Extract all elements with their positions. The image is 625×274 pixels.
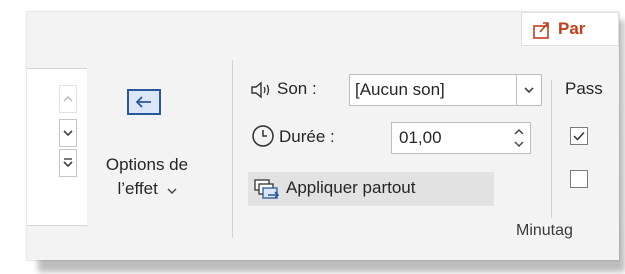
- duration-stepper[interactable]: [513, 126, 525, 150]
- ribbon-panel: Par Options de l’effet Son: [Aucun son]…: [27, 12, 619, 260]
- group-separator: [232, 60, 233, 238]
- chevron-down-icon: [524, 81, 534, 99]
- transition-gallery[interactable]: [27, 68, 87, 226]
- duration-spinner[interactable]: 01,00: [391, 122, 531, 154]
- apply-all-icon: [254, 179, 282, 206]
- duration-label: Durée :: [279, 127, 335, 146]
- sound-select[interactable]: [Aucun son]: [349, 74, 542, 106]
- chevron-up-icon: [63, 95, 73, 103]
- advance-after-checkbox[interactable]: [570, 170, 588, 188]
- share-label: Par: [558, 19, 586, 38]
- sound-value: [Aucun son]: [355, 80, 445, 99]
- share-icon: [532, 20, 552, 45]
- chevron-down-icon: [63, 129, 73, 137]
- gallery-scroll-down-button[interactable]: [59, 119, 77, 147]
- gallery-more-icon: [63, 157, 73, 169]
- arrow-left-box-icon: [127, 89, 161, 115]
- sound-label: Son :: [277, 79, 317, 98]
- advance-slide-label: Pass: [565, 79, 603, 98]
- effect-options-label-2-row: l’effet: [92, 178, 202, 201]
- effect-options-button[interactable]: Options de l’effet: [92, 72, 202, 232]
- effect-options-label-1: Options de: [105, 155, 189, 174]
- apply-all-label: Appliquer partout: [286, 178, 416, 197]
- gallery-more-button[interactable]: [59, 149, 77, 177]
- duration-value: 01,00: [399, 128, 442, 147]
- apply-all-button[interactable]: Appliquer partout: [248, 172, 494, 206]
- share-button[interactable]: Par: [521, 12, 619, 46]
- effect-options-label-2: l’effet: [117, 179, 158, 198]
- clock-icon: [251, 124, 275, 153]
- sound-dropdown-button[interactable]: [516, 75, 541, 105]
- chevron-down-icon: [167, 179, 177, 201]
- group-separator-2: [551, 80, 552, 218]
- speaker-icon: [250, 80, 274, 105]
- gallery-scroll-up-button[interactable]: [59, 85, 77, 113]
- advance-on-click-checkbox[interactable]: [570, 127, 588, 145]
- timing-group-label: Minutag: [516, 222, 573, 239]
